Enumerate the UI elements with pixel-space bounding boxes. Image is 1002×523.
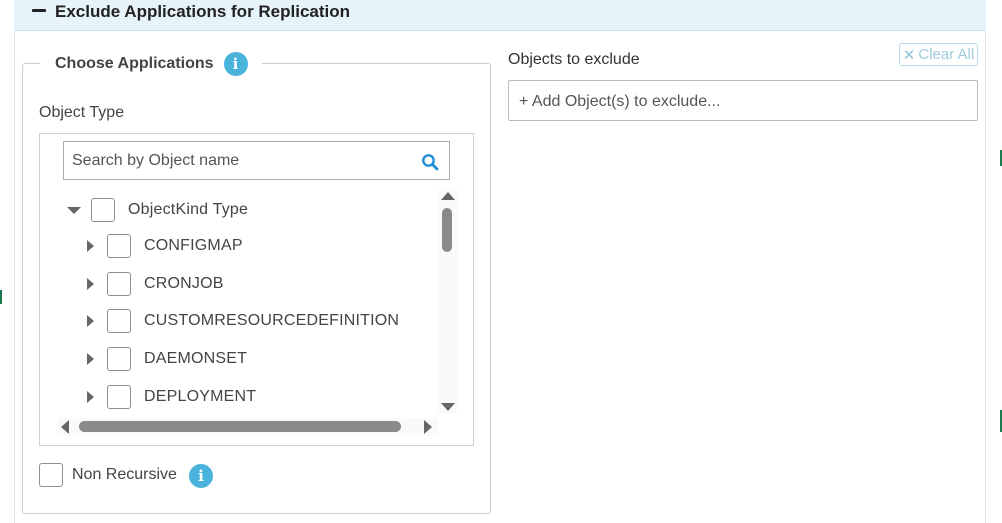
vertical-scroll-thumb[interactable]: [442, 208, 452, 252]
tree-node-customresourcedefinition[interactable]: CUSTOMRESOURCEDEFINITION: [87, 308, 399, 334]
exclude-objects-placeholder: + Add Object(s) to exclude...: [519, 93, 721, 110]
tree-node-root[interactable]: ObjectKind Type: [67, 197, 248, 223]
clear-all-button[interactable]: ✕ Clear All: [899, 43, 978, 66]
info-icon[interactable]: i: [223, 52, 248, 76]
tree-checkbox[interactable]: [107, 234, 131, 258]
horizontal-scroll-thumb[interactable]: [79, 421, 401, 432]
left-background: [0, 0, 14, 523]
scroll-up-icon[interactable]: [441, 192, 455, 200]
expand-right-icon[interactable]: [87, 315, 94, 327]
collapse-icon[interactable]: [32, 9, 46, 12]
tree-node-label: CUSTOMRESOURCEDEFINITION: [144, 312, 400, 329]
tree-checkbox[interactable]: [107, 309, 131, 333]
tree-node-label: DAEMONSET: [144, 350, 248, 367]
expand-right-icon[interactable]: [87, 240, 94, 252]
info-icon[interactable]: i: [189, 464, 213, 488]
edge-accent: [0, 290, 2, 304]
object-type-label: Object Type: [39, 104, 125, 121]
search-input[interactable]: [70, 148, 414, 174]
tree-node-label: CONFIGMAP: [144, 237, 243, 254]
scroll-down-icon[interactable]: [441, 403, 455, 411]
section-title: Exclude Applications for Replication: [55, 2, 351, 21]
expand-right-icon[interactable]: [87, 391, 94, 403]
tree-checkbox[interactable]: [107, 385, 131, 409]
tree-checkbox[interactable]: [107, 347, 131, 371]
expand-right-icon[interactable]: [87, 353, 94, 365]
choose-applications-legend: Choose Applications i: [40, 50, 262, 78]
close-icon: ✕: [902, 46, 916, 64]
tree-node-daemonset[interactable]: DAEMONSET: [87, 346, 247, 372]
exclude-objects-input[interactable]: + Add Object(s) to exclude...: [508, 80, 978, 121]
right-background: [986, 0, 1002, 523]
non-recursive-checkbox[interactable]: [39, 463, 63, 487]
object-search-box: [63, 141, 450, 180]
scroll-right-icon[interactable]: [424, 420, 432, 434]
tree-node-deployment[interactable]: DEPLOYMENT: [87, 384, 256, 410]
tree-checkbox[interactable]: [91, 198, 115, 222]
tree-checkbox[interactable]: [107, 272, 131, 296]
tree-node-label: CRONJOB: [144, 275, 224, 292]
expand-right-icon[interactable]: [87, 278, 94, 290]
clear-all-label: Clear All: [918, 46, 975, 63]
tree-node-label: ObjectKind Type: [128, 201, 249, 218]
objects-to-exclude-label: Objects to exclude: [508, 51, 640, 68]
tree-node-cronjob[interactable]: CRONJOB: [87, 271, 224, 297]
non-recursive-label: Non Recursive: [72, 466, 177, 483]
expand-down-icon[interactable]: [67, 206, 81, 214]
tree-node-configmap[interactable]: CONFIGMAP: [87, 233, 243, 259]
search-icon[interactable]: [421, 153, 439, 171]
scroll-left-icon[interactable]: [61, 420, 69, 434]
legend-title: Choose Applications: [55, 55, 214, 72]
tree-node-label: DEPLOYMENT: [144, 388, 257, 405]
section-header[interactable]: Exclude Applications for Replication: [14, 0, 986, 31]
